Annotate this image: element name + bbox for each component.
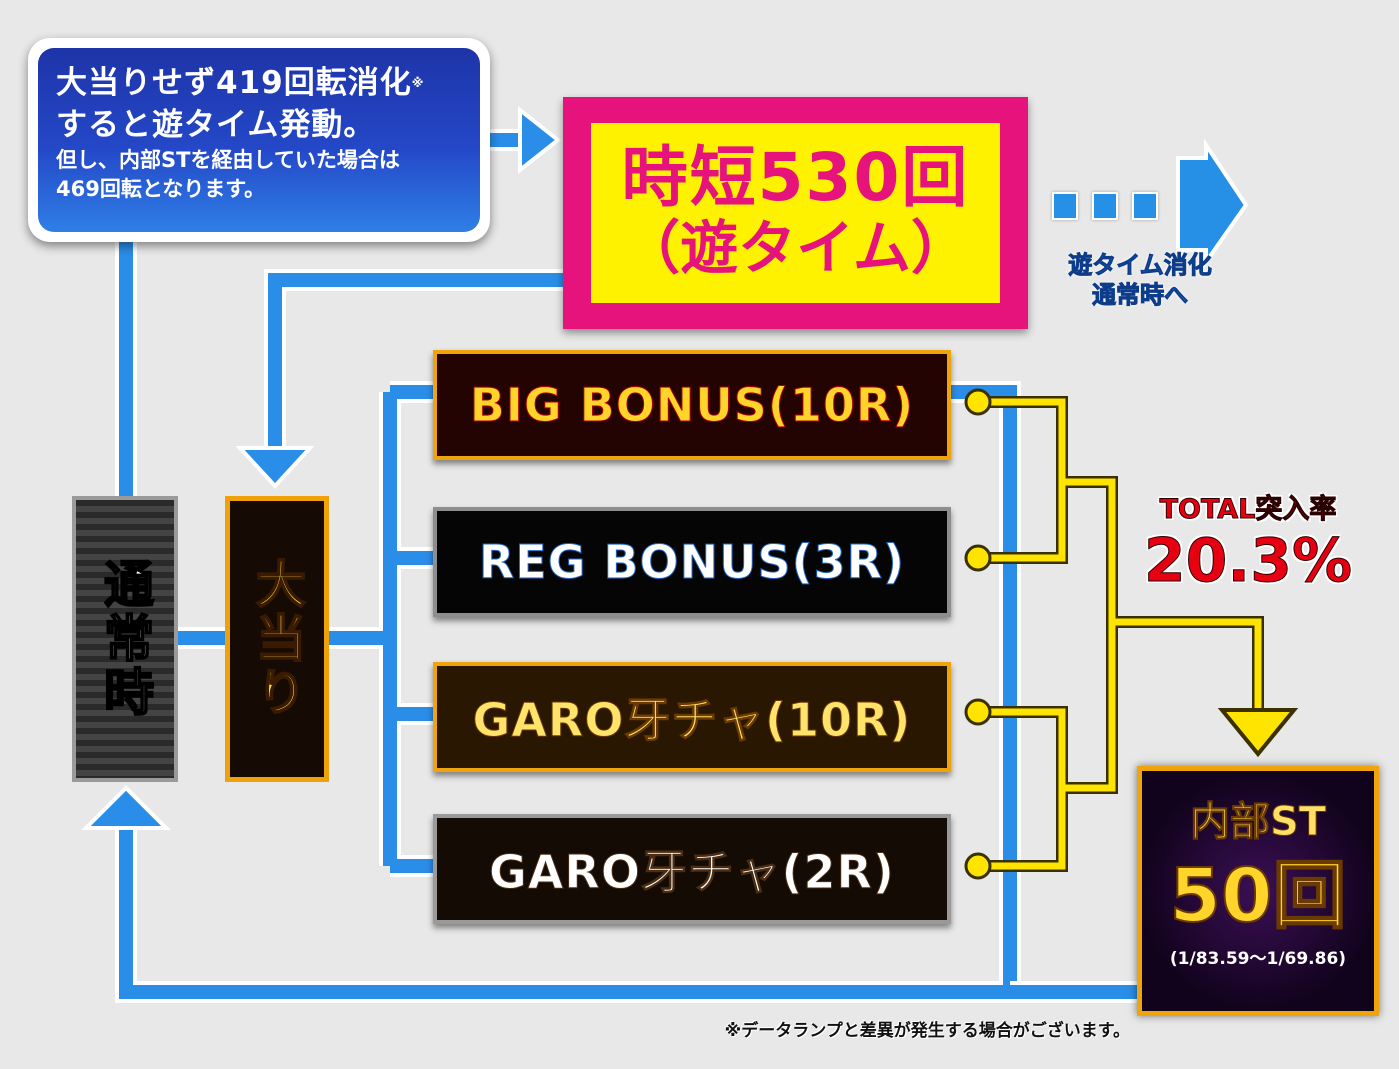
internal-st-box: 内部ST 50回 (1/83.59～1/69.86) xyxy=(1137,766,1379,1016)
info-line-2: すると遊タイム発動。 xyxy=(56,107,376,143)
bonus-garo-10r: GARO牙チャ(10R) xyxy=(433,662,951,772)
info-box-panel: 大当りせず419回転消化※ すると遊タイム発動。 但し、内部STを経由していた場… xyxy=(38,48,480,232)
info-line-4: 469回転となります。 xyxy=(56,177,266,201)
total-rate-label: TOTAL突入率 xyxy=(1159,494,1337,526)
total-rate-value: 20.3% xyxy=(1143,526,1353,596)
route-hit-to-bonuses xyxy=(329,381,433,877)
arrow-after-jitan xyxy=(1176,138,1249,269)
info-line-1: 大当りせず419回転消化 xyxy=(56,65,412,101)
total-rate: TOTAL突入率 20.3% xyxy=(1132,492,1364,596)
footnote: ※データランプと差異が発生する場合がございます。 xyxy=(724,1021,1130,1041)
jitan-subtitle: （遊タイム） xyxy=(622,214,969,282)
arrow-to-normal xyxy=(81,785,171,830)
normal-state-box: 通常時 xyxy=(72,496,178,782)
arrow-to-st xyxy=(1217,708,1299,758)
jitan-panel: 時短530回 （遊タイム） xyxy=(591,123,1000,303)
bonus-garo-2r: GARO牙チャ(2R) xyxy=(433,814,951,924)
after-line-2: 通常時へ xyxy=(1092,281,1189,310)
arrow-to-hit xyxy=(235,446,315,489)
bonus-big: BIG BONUS(10R) xyxy=(433,350,951,460)
st-probability: (1/83.59～1/69.86) xyxy=(1169,949,1347,969)
jitan-title: 時短530回 xyxy=(621,139,970,216)
after-jitan-label: 遊タイム消化 通常時へ xyxy=(1040,250,1240,310)
info-note-mark: ※ xyxy=(411,76,425,90)
jackpot-box: 大当り xyxy=(225,496,329,782)
info-line-3: 但し、内部STを経由していた場合は xyxy=(56,148,400,172)
info-box: 大当りせず419回転消化※ すると遊タイム発動。 但し、内部STを経由していた場… xyxy=(28,38,490,242)
dash-1 xyxy=(1052,192,1078,220)
after-line-1: 遊タイム消化 xyxy=(1068,251,1213,280)
jitan-box: 時短530回 （遊タイム） xyxy=(563,97,1028,329)
bonus-reg: REG BONUS(3R) xyxy=(433,507,951,617)
st-title: 内部ST xyxy=(1189,799,1327,846)
dash-2 xyxy=(1092,192,1118,220)
dash-3 xyxy=(1132,192,1158,220)
arrow-to-jitan xyxy=(518,105,562,175)
st-count: 50回 xyxy=(1169,853,1348,939)
